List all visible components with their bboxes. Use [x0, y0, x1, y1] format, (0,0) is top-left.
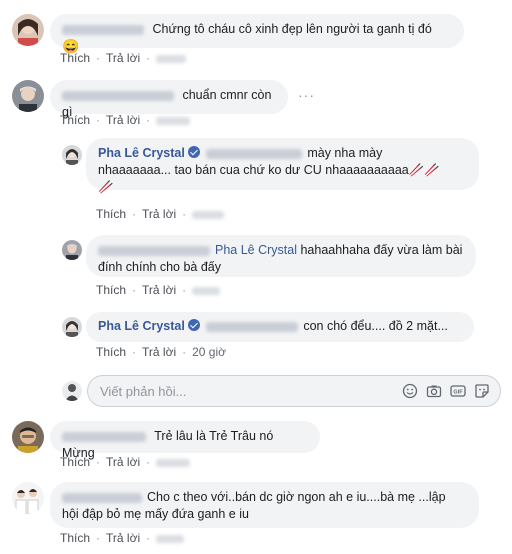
- like-link[interactable]: Thích: [96, 207, 126, 221]
- author-name[interactable]: Pha Lê Crystal: [98, 146, 185, 160]
- blurred-name: [62, 24, 144, 35]
- blurred-time: [192, 210, 225, 219]
- current-user-avatar: [62, 381, 82, 401]
- like-link[interactable]: Thích: [96, 345, 126, 359]
- avatar[interactable]: [62, 317, 82, 337]
- reply-link[interactable]: Trả lời: [106, 531, 140, 545]
- reply-bubble: Pha Lê Crystal con chó đểu.... đồ 2 mặt.…: [86, 312, 474, 342]
- comment-bubble: chuẩn cmnr còn gì: [50, 80, 288, 119]
- comment-bubble: Trẻ lâu là Trẻ Trâu nó Mừng: [50, 421, 320, 460]
- comment-actions: Thích · Trả lời ·: [60, 531, 190, 545]
- chopsticks-emoji-icon: 🥢🥢: [408, 163, 440, 177]
- avatar[interactable]: [62, 145, 82, 165]
- avatar[interactable]: [62, 240, 82, 260]
- comment-bubble: Chứng tô cháu cô xinh đẹp lên người ta g…: [50, 14, 464, 54]
- comment-actions: Thích · Trả lời ·: [60, 455, 196, 469]
- reply-input[interactable]: Viết phản hồi... GIF: [87, 375, 501, 407]
- reply-link[interactable]: Trả lời: [142, 207, 176, 221]
- like-link[interactable]: Thích: [60, 455, 90, 469]
- reply-link[interactable]: Trả lời: [142, 345, 176, 359]
- chopsticks-emoji-icon: 🥢: [98, 180, 114, 194]
- reply-text-line2: nhaaaaaaa... tao bán cua chứ ko dư CU nh…: [98, 163, 409, 177]
- blurred-time: [156, 116, 191, 125]
- reply-text-line1: mày nha mày: [307, 146, 383, 160]
- blurred-time: [156, 54, 187, 63]
- avatar[interactable]: [12, 482, 44, 514]
- blurred-name: [62, 431, 146, 442]
- reply-text-line2: đính chính cho bà đấy: [98, 260, 222, 274]
- blurred-time: [156, 458, 191, 467]
- avatar[interactable]: [12, 80, 44, 112]
- svg-text:GIF: GIF: [453, 390, 463, 396]
- reply-link[interactable]: Trả lời: [106, 455, 140, 469]
- like-link[interactable]: Thích: [60, 113, 90, 127]
- author-name[interactable]: Pha Lê Crystal: [98, 319, 185, 333]
- avatar[interactable]: [12, 14, 44, 46]
- comment-text-line1: Cho c theo với..bán dc giờ ngon ah e iu.…: [147, 490, 446, 504]
- gif-icon[interactable]: GIF: [450, 383, 466, 399]
- blurred-tag: [206, 321, 299, 332]
- emoji-icon[interactable]: [402, 383, 418, 399]
- comment-text-line2: hội đập bỏ mẹ mấy đứa ganh e iu: [62, 507, 249, 521]
- tagged-name[interactable]: Pha Lê Crystal: [215, 243, 297, 257]
- blurred-time: [156, 534, 185, 543]
- comment-actions: Thích · Trả lời ·: [60, 113, 196, 127]
- sticker-icon[interactable]: [474, 383, 490, 399]
- like-link[interactable]: Thích: [60, 531, 90, 545]
- timestamp[interactable]: 20 giờ: [192, 345, 226, 359]
- comment-bubble: Cho c theo với..bán dc giờ ngon ah e iu.…: [50, 482, 479, 528]
- reply-link[interactable]: Trả lời: [106, 51, 140, 65]
- comment-text: Chứng tô cháu cô xinh đẹp lên người ta g…: [152, 22, 432, 36]
- reply-bubble: Pha Lê Crystal mày nha mày nhaaaaaaa... …: [86, 138, 479, 194]
- like-link[interactable]: Thích: [96, 283, 126, 297]
- reply-link[interactable]: Trả lời: [142, 283, 176, 297]
- reply-actions: Thích · Trả lời · 20 giờ: [96, 345, 226, 359]
- reply-bubble: Pha Lê Crystal hahaahhaha đấy vừa làm bà…: [86, 235, 476, 277]
- reply-link[interactable]: Trả lời: [106, 113, 140, 127]
- avatar[interactable]: [12, 421, 44, 453]
- reply-text-line1: hahaahhaha đấy vừa làm bài: [300, 243, 463, 257]
- like-link[interactable]: Thích: [60, 51, 90, 65]
- blurred-name: [62, 492, 142, 503]
- comment-actions: Thích · Trả lời ·: [60, 51, 192, 65]
- reply-placeholder: Viết phản hồi...: [100, 384, 187, 399]
- verified-badge-icon: [187, 319, 200, 331]
- verified-badge-icon: [187, 146, 200, 158]
- reply-actions: Thích · Trả lời ·: [96, 283, 226, 297]
- blurred-name: [62, 90, 174, 101]
- camera-icon[interactable]: [426, 383, 442, 399]
- more-options-icon[interactable]: ···: [298, 87, 315, 103]
- blurred-name: [98, 245, 210, 256]
- reply-text: con chó đểu.... đồ 2 mặt...: [303, 319, 448, 333]
- blurred-tag: [206, 148, 303, 159]
- blurred-time: [192, 286, 221, 295]
- reply-actions: Thích · Trả lời ·: [96, 207, 230, 221]
